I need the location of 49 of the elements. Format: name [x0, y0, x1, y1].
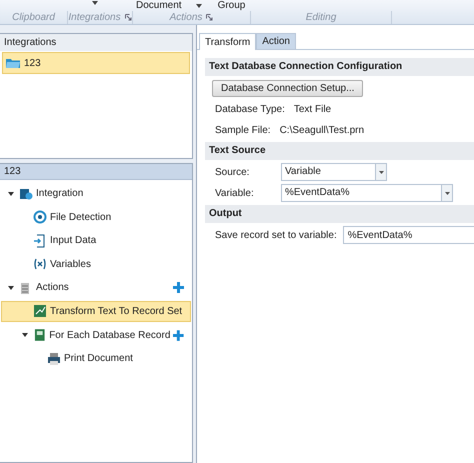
- field-label: Variable:: [215, 188, 255, 198]
- tree-item[interactable]: For Each Database Record: [1, 324, 191, 346]
- ribbon-button[interactable]: Document: [136, 0, 182, 11]
- ribbon-group-label: Clipboard: [12, 12, 55, 23]
- input-icon: [33, 234, 47, 248]
- ribbon-button[interactable]: Group: [218, 0, 246, 11]
- folder-icon: [6, 58, 21, 68]
- tab[interactable]: Transform: [199, 33, 256, 50]
- setup-button[interactable]: Database Connection Setup...: [212, 80, 364, 96]
- detection-icon: [33, 210, 47, 224]
- section-header: Output: [205, 205, 474, 223]
- expand-icon[interactable]: [8, 284, 14, 291]
- tree-item[interactable]: Print Document: [1, 348, 191, 370]
- dropdown[interactable]: Variable: [281, 163, 387, 181]
- section-header: Text Source: [205, 142, 474, 160]
- dropdown[interactable]: %EventData%: [281, 184, 453, 202]
- ribbon-group-label: Editing: [306, 12, 336, 23]
- tree-item[interactable]: Actions: [1, 277, 191, 298]
- tree-item[interactable]: File Detection: [1, 206, 191, 228]
- field-label: Source:: [215, 166, 250, 178]
- dialog-launcher-icon[interactable]: [124, 14, 132, 21]
- caret-icon[interactable]: [444, 192, 450, 194]
- tree-item[interactable]: Transform Text To Record Set: [1, 300, 191, 322]
- printer-icon: [47, 352, 61, 366]
- field-label: Sample File:: [215, 124, 271, 136]
- tree-item[interactable]: Variables: [1, 254, 191, 275]
- input-field[interactable]: %EventData%: [342, 226, 474, 244]
- field-label: Save record set to variable:: [215, 230, 337, 240]
- field-label: Database Type:: [215, 104, 285, 114]
- field-value: C:\Seagull\Test.prn: [280, 124, 364, 136]
- section-header: Text Database Connection Configuration: [205, 58, 474, 76]
- ribbon-group-label: Actions: [170, 12, 202, 23]
- expand-icon[interactable]: [22, 332, 28, 338]
- panel-header: 123: [0, 164, 192, 180]
- ribbon-group-label: Integrations: [68, 12, 121, 23]
- caret-icon[interactable]: [92, 1, 98, 5]
- dialog-launcher-icon[interactable]: [206, 14, 214, 21]
- expand-icon[interactable]: [8, 190, 14, 196]
- field-value: Text File: [294, 104, 332, 114]
- list-entry[interactable]: 123: [2, 52, 190, 74]
- panel-header: Integrations: [0, 34, 192, 51]
- variable-icon: [33, 257, 47, 272]
- tree-item[interactable]: Input Data: [1, 230, 191, 252]
- tab[interactable]: Action: [256, 33, 296, 49]
- add-icon[interactable]: [173, 330, 184, 341]
- add-icon[interactable]: [173, 282, 184, 294]
- caret-icon[interactable]: [378, 170, 384, 174]
- tree-item[interactable]: Integration: [1, 183, 191, 204]
- caret-icon[interactable]: [196, 4, 202, 8]
